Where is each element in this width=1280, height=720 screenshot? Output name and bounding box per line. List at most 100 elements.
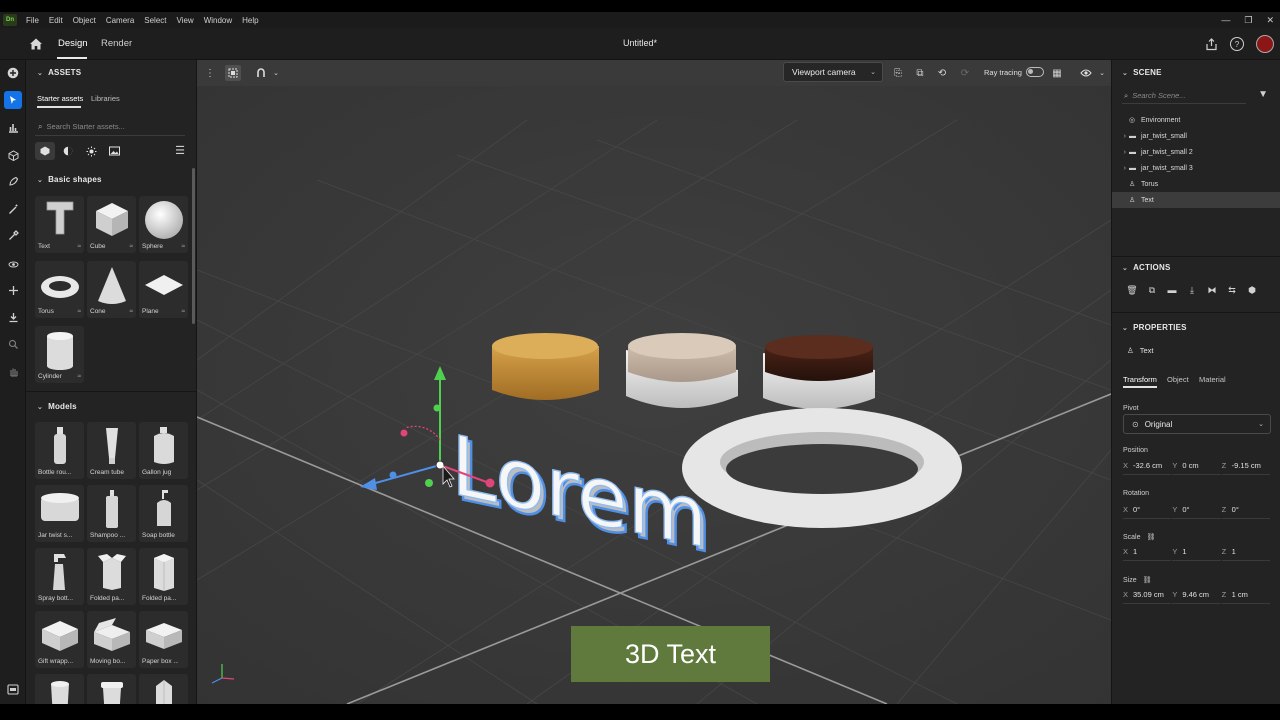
images-filter-icon[interactable] bbox=[104, 142, 124, 160]
options-icon[interactable]: ≈ bbox=[77, 308, 81, 315]
asset-cube[interactable]: Cube ≈ bbox=[87, 196, 136, 253]
delete-icon[interactable]: 🗑︎ bbox=[1126, 283, 1138, 297]
avatar[interactable] bbox=[1256, 35, 1274, 53]
filter-icon[interactable]: ▼ bbox=[1258, 89, 1268, 100]
asset-paper-box[interactable]: Paper box ... bbox=[139, 611, 188, 668]
menu-edit[interactable]: Edit bbox=[44, 16, 68, 25]
menu-object[interactable]: Object bbox=[68, 16, 101, 25]
minimize-button[interactable]: — bbox=[1221, 15, 1230, 25]
chevron-right-icon[interactable]: › bbox=[1112, 165, 1126, 172]
group-icon[interactable]: ▬ bbox=[1166, 283, 1178, 297]
camera-redo-icon[interactable]: ⟳ bbox=[957, 65, 973, 81]
size-y-field[interactable]: Y 9.46 cm bbox=[1172, 590, 1221, 604]
pivot-select[interactable]: ⊙ Original ⌄ bbox=[1123, 414, 1271, 434]
chart-icon[interactable] bbox=[4, 118, 22, 136]
download-icon[interactable] bbox=[4, 308, 22, 326]
scale-x-field[interactable]: X1 bbox=[1123, 547, 1172, 561]
asset-torus[interactable]: Torus ≈ bbox=[35, 261, 84, 318]
eye-icon[interactable] bbox=[1078, 65, 1094, 81]
chevron-right-icon[interactable]: › bbox=[1112, 149, 1126, 156]
jar-cork[interactable] bbox=[492, 333, 599, 400]
menu-help[interactable]: Help bbox=[237, 16, 263, 25]
cube-icon[interactable] bbox=[4, 146, 22, 164]
camera-frame-icon[interactable]: ⧉ bbox=[912, 65, 928, 81]
asset-moving-box[interactable]: Moving bo... bbox=[87, 611, 136, 668]
render-preview-icon[interactable]: ▦ bbox=[1049, 65, 1065, 81]
scale-y-field[interactable]: Y1 bbox=[1172, 547, 1221, 561]
scene-item-jar-2[interactable]: › ▬ jar_twist_small 2 bbox=[1112, 144, 1280, 160]
tab-libraries[interactable]: Libraries bbox=[91, 94, 120, 103]
asset-cone[interactable]: Cone ≈ bbox=[87, 261, 136, 318]
asset-carton[interactable] bbox=[139, 674, 188, 704]
swap-icon[interactable]: ⇆ bbox=[1226, 283, 1238, 297]
brush-icon[interactable] bbox=[4, 172, 22, 190]
camera-add-icon[interactable]: ⎘ bbox=[890, 65, 906, 81]
asset-shampoo[interactable]: Shampoo ... bbox=[87, 485, 136, 542]
magic-wand-icon[interactable] bbox=[4, 200, 22, 218]
scale-z-field[interactable]: Z1 bbox=[1221, 547, 1270, 561]
magnet-icon[interactable] bbox=[253, 65, 269, 81]
asset-bottle-round[interactable]: Bottle rou... bbox=[35, 422, 84, 479]
eyedropper-icon[interactable] bbox=[4, 226, 22, 244]
properties-header[interactable]: ⌄ PROPERTIES bbox=[1122, 323, 1187, 332]
models-header[interactable]: ⌄ Models bbox=[37, 402, 77, 411]
export-icon[interactable]: ⤓ bbox=[1186, 283, 1198, 297]
size-z-field[interactable]: Z1 cm bbox=[1221, 590, 1270, 604]
options-icon[interactable]: ≈ bbox=[77, 243, 81, 250]
rotation-y-field[interactable]: Y 0° bbox=[1172, 505, 1221, 519]
menu-window[interactable]: Window bbox=[199, 16, 237, 25]
materials-filter-icon[interactable] bbox=[58, 142, 78, 160]
jar-dark[interactable] bbox=[763, 335, 875, 409]
rotation-x-field[interactable]: X 0° bbox=[1123, 505, 1172, 519]
assets-header[interactable]: ⌄ ASSETS bbox=[37, 68, 81, 77]
scene-item-jar-3[interactable]: › ▬ jar_twist_small 3 bbox=[1112, 160, 1280, 176]
search-icon[interactable] bbox=[4, 335, 22, 353]
scene-item-text[interactable]: ♙ Text bbox=[1112, 192, 1280, 208]
assets-search-input[interactable]: ⌕ Search Starter assets... bbox=[35, 118, 185, 136]
frame-select-icon[interactable] bbox=[225, 65, 241, 81]
maximize-button[interactable]: ❐ bbox=[1244, 15, 1252, 26]
ray-tracing-toggle[interactable] bbox=[1026, 67, 1044, 77]
menu-select[interactable]: Select bbox=[139, 16, 171, 25]
layers-icon[interactable] bbox=[4, 680, 22, 698]
rotation-z-field[interactable]: Z 0° bbox=[1221, 505, 1270, 519]
camera-select[interactable]: Viewport camera ⌄ bbox=[783, 62, 883, 82]
options-icon[interactable]: ≈ bbox=[181, 243, 185, 250]
camera-undo-icon[interactable]: ⟲ bbox=[934, 65, 950, 81]
torus-object[interactable] bbox=[682, 408, 962, 528]
chevron-down-icon[interactable]: ⌄ bbox=[268, 65, 284, 81]
jar-beige[interactable] bbox=[626, 333, 738, 408]
models-filter-icon[interactable] bbox=[35, 142, 55, 160]
asset-gift-wrapped[interactable]: Gift wrapp... bbox=[35, 611, 84, 668]
link-icon[interactable]: ⛓︎ bbox=[1143, 577, 1152, 584]
asset-cup-1[interactable] bbox=[35, 674, 84, 704]
basic-shapes-header[interactable]: ⌄ Basic shapes bbox=[37, 175, 102, 184]
asset-spray-bottle[interactable]: Spray bott... bbox=[35, 548, 84, 605]
scene-graph-icon[interactable]: ⋮ bbox=[202, 65, 218, 81]
list-view-icon[interactable]: ☰ bbox=[175, 144, 185, 157]
position-z-field[interactable]: Z -9.15 cm bbox=[1221, 461, 1270, 475]
mirror-icon[interactable]: ⧓ bbox=[1206, 283, 1218, 297]
material-icon[interactable]: ⬢ bbox=[1246, 283, 1258, 297]
add-icon[interactable] bbox=[4, 64, 22, 82]
position-x-field[interactable]: X -32.6 cm bbox=[1123, 461, 1172, 475]
options-icon[interactable]: ≈ bbox=[181, 308, 185, 315]
select-icon[interactable] bbox=[4, 91, 22, 109]
menu-view[interactable]: View bbox=[172, 16, 199, 25]
duplicate-icon[interactable]: ⧉ bbox=[1146, 283, 1158, 297]
asset-cream-tube[interactable]: Cream tube bbox=[87, 422, 136, 479]
viewport[interactable]: Lorem Lorem ⋮ ⌄ Viewport camera ⌄ ⎘ ⧉ ⟲ … bbox=[197, 60, 1111, 704]
chevron-down-icon[interactable]: ⌄ bbox=[1094, 65, 1110, 81]
actions-header[interactable]: ⌄ ACTIONS bbox=[1122, 263, 1170, 272]
asset-jar-twist[interactable]: Jar twist s... bbox=[35, 485, 84, 542]
scene-item-torus[interactable]: ♙ Torus bbox=[1112, 176, 1280, 192]
scene-canvas[interactable]: Lorem Lorem bbox=[197, 60, 1111, 704]
tab-object[interactable]: Object bbox=[1167, 375, 1189, 384]
position-y-field[interactable]: Y0 cm bbox=[1172, 461, 1221, 475]
lights-filter-icon[interactable] bbox=[81, 142, 101, 160]
scene-item-environment[interactable]: ◎ Environment bbox=[1112, 112, 1280, 128]
asset-gallon-jug[interactable]: Gallon jug bbox=[139, 422, 188, 479]
assets-scrollbar[interactable] bbox=[192, 168, 195, 324]
share-icon[interactable] bbox=[1205, 37, 1218, 51]
orbit-icon[interactable] bbox=[4, 255, 22, 273]
